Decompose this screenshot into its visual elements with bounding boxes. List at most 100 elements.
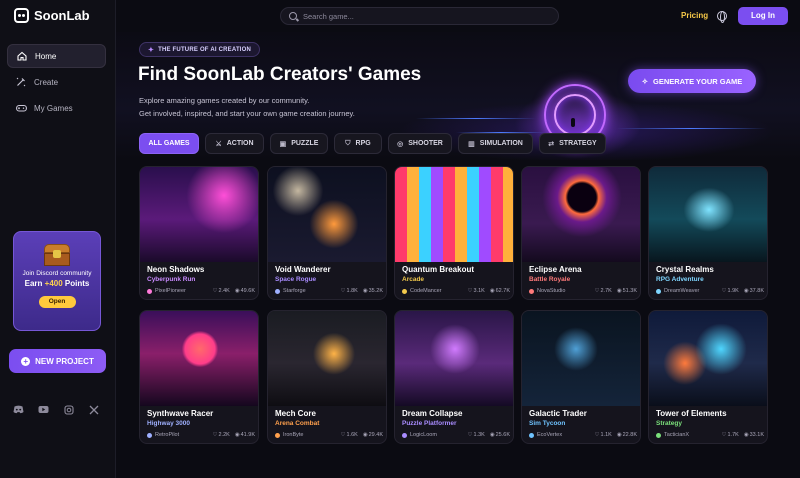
game-card[interactable]: Crystal Realms RPG Adventure DreamWeaver… [648,166,768,300]
sidebar-item-label: Create [34,77,59,87]
filter-puzzle[interactable]: ▣ PUZZLE [270,133,328,154]
game-info: Dream Collapse Puzzle Platformer [402,409,510,427]
game-author[interactable]: EcoVertex [537,432,590,438]
discord-promo-card: Join Discord community Earn +400 Points … [13,231,101,331]
search-bar[interactable] [280,7,559,25]
crosshair-icon: ◎ [397,140,404,148]
instagram-icon[interactable] [63,405,74,416]
globe-icon[interactable] [717,11,727,23]
views-stat: ◉51.3K [616,288,637,294]
author-avatar [147,288,152,294]
game-meta: RetroPilot ♡2.2K ◉41.9K [147,432,255,438]
sword-icon: ⚔ [215,140,222,148]
likes-stat: ♡1.3K [467,432,485,438]
views-stat: ◉41.9K [234,432,255,438]
game-card[interactable]: Quantum Breakout Arcade CodeMancer ♡3.1K… [394,166,514,300]
game-card[interactable]: Void Wanderer Space Rogue Starforge ♡1.8… [267,166,387,300]
game-thumbnail[interactable] [268,167,386,262]
heart-icon: ♡ [212,288,218,294]
game-title: Eclipse Arena [529,265,582,274]
game-author[interactable]: IronByte [283,432,336,438]
sidebar-item-create[interactable]: Create [7,70,106,94]
author-avatar [529,432,534,438]
likes-stat: ♡2.7K [594,288,612,294]
game-meta: NovaStudio ♡2.7K ◉51.3K [529,288,637,294]
game-genre: RPG Adventure [656,276,704,283]
new-project-label: NEW PROJECT [35,356,94,366]
social-links [13,405,99,416]
author-avatar [656,288,661,294]
sidebar-nav: Home Create My Games [7,44,106,122]
search-input[interactable] [303,11,503,21]
sparkle-icon: ✧ [641,76,648,86]
game-card[interactable]: Galactic Trader Sim Tycoon EcoVertex ♡1.… [521,310,641,444]
promo-open-button[interactable]: Open [38,296,76,308]
youtube-icon[interactable] [38,405,49,416]
game-author[interactable]: DreamWeaver [664,288,717,294]
sidebar: SoonLab Home Create My Games Join Discor… [0,0,116,478]
filter-simulation[interactable]: ▥ SIMULATION [458,133,533,154]
game-meta: TacticianX ♡1.7K ◉33.1K [656,432,764,438]
views-stat: ◉62.7K [489,288,510,294]
light-streak [616,128,766,129]
game-thumbnail[interactable] [268,311,386,406]
game-author[interactable]: PixelPioneer [155,288,208,294]
heart-icon: ♡ [340,432,346,438]
game-title: Galactic Trader [529,409,587,418]
eye-icon: ◉ [489,432,495,438]
logo[interactable]: SoonLab [14,8,90,23]
heart-icon: ♡ [721,288,727,294]
pricing-link[interactable]: Pricing [681,11,708,20]
views-stat: ◉37.8K [743,288,764,294]
filter-rpg[interactable]: ⛉ RPG [334,133,382,154]
hero-subtitle: Explore amazing games created by our com… [139,96,355,118]
game-card[interactable]: Tower of Elements Strategy TacticianX ♡1… [648,310,768,444]
discord-icon[interactable] [13,405,24,416]
eye-icon: ◉ [616,432,622,438]
create-icon [16,77,26,87]
eye-icon: ◉ [616,288,622,294]
login-button[interactable]: Log In [738,7,788,25]
x-icon[interactable] [88,405,99,416]
author-avatar [147,432,152,438]
generate-game-button[interactable]: ✧ GENERATE YOUR GAME [628,69,756,93]
sidebar-item-home[interactable]: Home [7,44,106,68]
filter-action[interactable]: ⚔ ACTION [205,133,264,154]
author-avatar [656,432,661,438]
game-thumbnail[interactable] [522,167,640,262]
game-card[interactable]: Neon Shadows Cyberpunk Run PixelPioneer … [139,166,259,300]
heart-icon: ♡ [594,288,600,294]
game-author[interactable]: LogicLoom [410,432,463,438]
views-stat: ◉25.6K [489,432,510,438]
game-card[interactable]: Dream Collapse Puzzle Platformer LogicLo… [394,310,514,444]
filter-strategy[interactable]: ⇄ STRATEGY [539,133,606,154]
game-author[interactable]: CodeMancer [410,288,463,294]
game-author[interactable]: RetroPilot [155,432,208,438]
eye-icon: ◉ [743,288,749,294]
game-thumbnail[interactable] [140,311,258,406]
sidebar-item-my-games[interactable]: My Games [7,96,106,120]
game-genre: Strategy [656,420,683,427]
game-author[interactable]: NovaStudio [537,288,590,294]
filter-all-games[interactable]: ALL GAMES [139,133,199,154]
logo-icon [14,8,29,23]
heart-icon: ♡ [467,432,473,438]
building-icon: ▥ [468,140,475,148]
filter-shooter[interactable]: ◎ SHOOTER [388,133,452,154]
game-thumbnail[interactable] [649,311,767,406]
game-genre: Cyberpunk Run [147,276,196,283]
game-info: Synthwave Racer Highway 3000 [147,409,255,427]
game-thumbnail[interactable] [395,311,513,406]
promo-line1: Join Discord community [22,270,92,277]
game-card[interactable]: Synthwave Racer Highway 3000 RetroPilot … [139,310,259,444]
game-card[interactable]: Eclipse Arena Battle Royale NovaStudio ♡… [521,166,641,300]
game-thumbnail[interactable] [522,311,640,406]
game-thumbnail[interactable] [140,167,258,262]
game-card[interactable]: Mech Core Arena Combat IronByte ♡1.6K ◉2… [267,310,387,444]
game-author[interactable]: TacticianX [664,432,717,438]
game-author[interactable]: Starforge [283,288,336,294]
new-project-button[interactable]: + NEW PROJECT [9,349,106,373]
game-thumbnail[interactable] [395,167,513,262]
game-thumbnail[interactable] [649,167,767,262]
game-title: Quantum Breakout [402,265,475,274]
